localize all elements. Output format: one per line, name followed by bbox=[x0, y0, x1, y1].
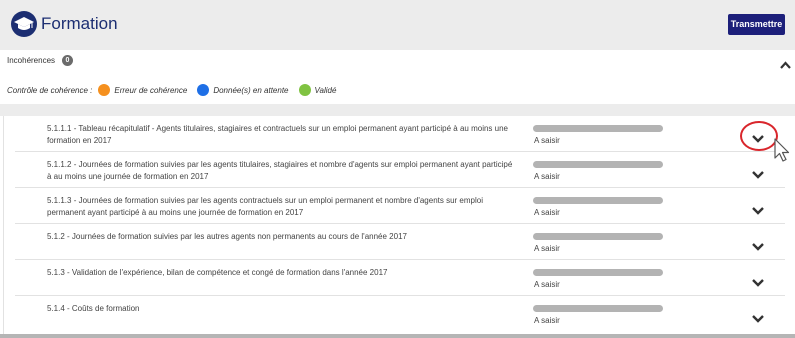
progress-bar bbox=[533, 269, 663, 276]
row-title: 5.1.3 - Validation de l'expérience, bila… bbox=[47, 268, 388, 277]
legend-label-error: Erreur de cohérence bbox=[114, 85, 188, 95]
row-status: A saisir bbox=[534, 316, 560, 325]
list-item[interactable]: 5.1.3 - Validation de l'expérience, bila… bbox=[15, 260, 785, 296]
progress-bar bbox=[533, 161, 663, 168]
list-item[interactable]: 5.1.1.2 - Journées de formation suivies … bbox=[15, 152, 785, 188]
row-title: 5.1.1.3 - Journées de formation suivies … bbox=[47, 196, 483, 217]
progress-bar bbox=[533, 125, 663, 132]
list-item[interactable]: 5.1.1.1 - Tableau récapitulatif - Agents… bbox=[15, 116, 785, 152]
row-title: 5.1.2 - Journées de formation suivies pa… bbox=[47, 232, 407, 241]
incoherences-panel: Incohérences 0 Contrôle de cohérence : E… bbox=[0, 50, 795, 104]
row-title: 5.1.1.2 - Journées de formation suivies … bbox=[47, 160, 513, 181]
row-status: A saisir bbox=[534, 136, 560, 145]
chevron-up-icon[interactable] bbox=[780, 56, 791, 74]
chevron-down-icon[interactable] bbox=[752, 202, 764, 220]
row-title: 5.1.1.1 - Tableau récapitulatif - Agents… bbox=[47, 124, 508, 145]
page-header: Formation Transmettre bbox=[0, 0, 795, 50]
row-status: A saisir bbox=[534, 172, 560, 181]
legend-label-pending: Donnée(s) en attente bbox=[213, 85, 289, 95]
row-status: A saisir bbox=[534, 280, 560, 289]
list-item[interactable]: 5.1.1.3 - Journées de formation suivies … bbox=[15, 188, 785, 224]
transmit-button[interactable]: Transmettre bbox=[728, 14, 785, 35]
list-item[interactable]: 5.1.4 - Coûts de formation A saisir bbox=[15, 296, 785, 331]
mouse-cursor-icon bbox=[773, 138, 791, 169]
row-status: A saisir bbox=[534, 208, 560, 217]
page-title: Formation bbox=[41, 14, 118, 33]
chevron-down-icon[interactable] bbox=[752, 166, 764, 184]
progress-bar bbox=[533, 305, 663, 312]
horizontal-scrollbar[interactable] bbox=[0, 334, 795, 338]
progress-bar bbox=[533, 233, 663, 240]
incoherences-count-badge: 0 bbox=[62, 55, 73, 66]
chevron-down-icon[interactable] bbox=[752, 274, 764, 292]
progress-bar bbox=[533, 197, 663, 204]
graduation-cap-icon bbox=[11, 11, 37, 37]
coherence-legend: Contrôle de cohérence : Erreur de cohére… bbox=[7, 84, 340, 96]
legend-label-validated: Validé bbox=[314, 85, 337, 95]
list-item[interactable]: 5.1.2 - Journées de formation suivies pa… bbox=[15, 224, 785, 260]
row-status: A saisir bbox=[534, 244, 560, 253]
legend-dot-error bbox=[98, 84, 111, 96]
table-left-border bbox=[3, 116, 4, 334]
legend-dot-validated bbox=[298, 84, 311, 96]
chevron-down-icon[interactable] bbox=[752, 310, 764, 328]
row-title: 5.1.4 - Coûts de formation bbox=[47, 304, 140, 313]
chevron-down-icon[interactable] bbox=[752, 238, 764, 256]
form-sections-list: 5.1.1.1 - Tableau récapitulatif - Agents… bbox=[7, 116, 793, 334]
legend-title: Contrôle de cohérence : bbox=[7, 85, 93, 95]
incoherences-label: Incohérences bbox=[7, 56, 56, 65]
legend-dot-pending bbox=[197, 84, 210, 96]
section-divider bbox=[0, 104, 795, 116]
